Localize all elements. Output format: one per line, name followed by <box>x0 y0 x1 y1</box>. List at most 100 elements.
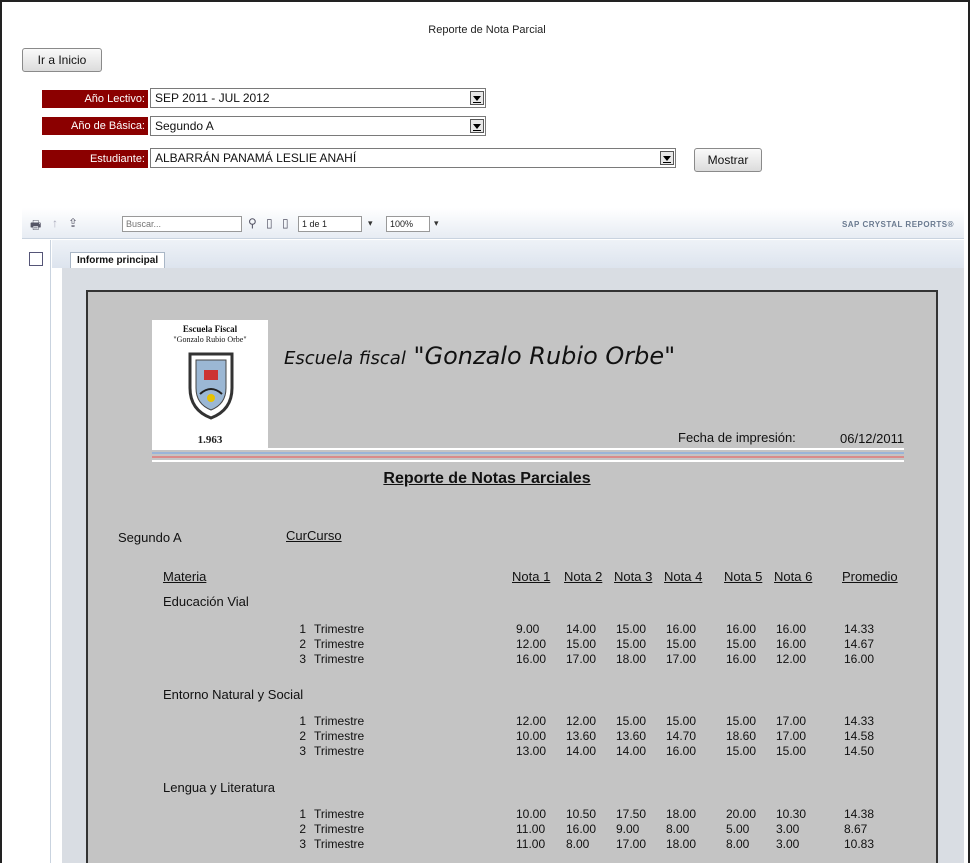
school-prefix: Escuela fiscal <box>284 348 406 369</box>
cell-n6: 3.00 <box>776 822 800 836</box>
cell-n2: 14.00 <box>566 744 597 758</box>
grade-select-value: Segundo A <box>155 119 214 133</box>
print-icon[interactable]: 🖶 <box>30 216 44 232</box>
col-nota-2: Nota 2 <box>564 569 603 584</box>
zoom-input[interactable]: 100% <box>386 216 430 232</box>
logo-line1: Escuela Fiscal <box>182 324 238 334</box>
cell-n5: 20.00 <box>726 807 757 821</box>
cell-term: Trimestre <box>314 729 365 743</box>
cell-avg: 14.50 <box>844 744 875 758</box>
cell-term: Trimestre <box>314 837 365 851</box>
cell-num: 1 <box>299 807 306 821</box>
grade-select[interactable]: Segundo A <box>150 116 486 136</box>
cell-term: Trimestre <box>314 622 365 636</box>
col-nota-4: Nota 4 <box>664 569 703 584</box>
cell-n1: 12.00 <box>516 714 547 728</box>
header-rule-blue <box>152 452 904 454</box>
student-select-value: ALBARRÁN PANAMÁ LESLIE ANAHÍ <box>155 151 357 165</box>
cell-n4: 16.00 <box>666 744 697 758</box>
cell-n1: 11.00 <box>516 822 546 836</box>
logo-text: Escuela Fiscal "Gonzalo Rubio Orbe" <box>152 324 268 345</box>
cell-term: Trimestre <box>314 652 365 666</box>
cell-num: 1 <box>299 714 306 728</box>
cell-n3: 18.00 <box>616 652 647 666</box>
cell-n1: 11.00 <box>516 837 546 851</box>
cell-n6: 3.00 <box>776 837 800 851</box>
group-tree-icon[interactable] <box>29 252 43 266</box>
cell-num: 1 <box>299 622 306 636</box>
cell-n5: 18.60 <box>726 729 757 743</box>
cell-n5: 15.00 <box>726 744 757 758</box>
cell-n4: 17.00 <box>666 652 697 666</box>
cell-n4: 14.70 <box>666 729 697 743</box>
grade-label: Año de Básica: <box>42 117 148 135</box>
home-button[interactable]: Ir a Inicio <box>22 48 102 72</box>
cell-n2: 15.00 <box>566 637 597 651</box>
school-logo: Escuela Fiscal "Gonzalo Rubio Orbe" 1.96… <box>152 320 268 448</box>
zoom-dropdown-icon[interactable]: ▾ <box>434 218 439 229</box>
cell-term: Trimestre <box>314 714 365 728</box>
cell-n2: 8.00 <box>566 837 590 851</box>
cell-n3: 13.60 <box>616 729 647 743</box>
chevron-down-icon[interactable] <box>470 119 484 133</box>
col-nota-3: Nota 3 <box>614 569 653 584</box>
up-arrow-icon[interactable]: ↑ <box>52 216 66 230</box>
show-button[interactable]: Mostrar <box>694 148 762 172</box>
year-select[interactable]: SEP 2011 - JUL 2012 <box>150 88 486 108</box>
cell-n1: 16.00 <box>516 652 547 666</box>
cell-n3: 15.00 <box>616 622 647 636</box>
cell-n2: 16.00 <box>566 822 597 836</box>
cell-n5: 15.00 <box>726 714 757 728</box>
cell-n4: 15.00 <box>666 714 697 728</box>
tab-strip: Informe principal <box>52 240 964 269</box>
cell-num: 3 <box>299 837 306 851</box>
col-average: Promedio <box>842 569 898 584</box>
binoculars-icon[interactable]: ⚲ <box>248 216 262 230</box>
first-page-icon[interactable]: ▯ <box>266 216 280 230</box>
cell-num: 2 <box>299 637 306 651</box>
cell-term: Trimestre <box>314 637 365 651</box>
cell-n1: 12.00 <box>516 637 547 651</box>
subject-name: Educación Vial <box>163 594 249 609</box>
print-date-value: 06/12/2011 <box>840 431 905 446</box>
cell-num: 3 <box>299 652 306 666</box>
cell-n6: 17.00 <box>776 729 807 743</box>
page-title: Reporte de Nota Parcial <box>428 24 546 36</box>
logo-year: 1.963 <box>197 434 223 446</box>
header-rule-white-2 <box>152 460 904 462</box>
cell-avg: 14.38 <box>844 807 875 821</box>
cell-term: Trimestre <box>314 807 365 821</box>
cell-n4: 18.00 <box>666 837 697 851</box>
student-label: Estudiante: <box>42 150 148 168</box>
cell-num: 3 <box>299 744 306 758</box>
chevron-down-icon[interactable] <box>660 151 674 165</box>
year-select-value: SEP 2011 - JUL 2012 <box>155 91 270 105</box>
page-input[interactable]: 1 de 1 <box>298 216 362 232</box>
prev-page-icon[interactable]: ▯ <box>282 216 296 230</box>
chevron-down-icon[interactable] <box>470 91 484 105</box>
cell-term: Trimestre <box>314 822 365 836</box>
crest-icon <box>188 352 234 420</box>
col-subject: Materia <box>163 569 207 584</box>
col-nota-5: Nota 5 <box>724 569 763 584</box>
cell-n5: 16.00 <box>726 652 757 666</box>
cell-n4: 15.00 <box>666 637 697 651</box>
cell-n4: 16.00 <box>666 622 697 636</box>
school-name: Escuela fiscal "Gonzalo Rubio Orbe" <box>284 342 675 370</box>
cell-n1: 9.00 <box>516 622 540 636</box>
col-nota-6: Nota 6 <box>774 569 813 584</box>
search-input[interactable] <box>122 216 242 232</box>
tab-main-report[interactable]: Informe principal <box>70 252 166 269</box>
export-icon[interactable]: ⇪ <box>68 216 82 230</box>
cell-avg: 14.33 <box>844 714 875 728</box>
cell-avg: 14.33 <box>844 622 875 636</box>
student-select[interactable]: ALBARRÁN PANAMÁ LESLIE ANAHÍ <box>150 148 676 168</box>
cell-n6: 16.00 <box>776 622 807 636</box>
page-dropdown-icon[interactable]: ▾ <box>368 218 373 229</box>
cell-n2: 10.50 <box>566 807 597 821</box>
cell-term: Trimestre <box>314 744 365 758</box>
cell-n4: 18.00 <box>666 807 697 821</box>
cell-n2: 17.00 <box>566 652 597 666</box>
cell-num: 2 <box>299 822 306 836</box>
cell-n5: 5.00 <box>726 822 750 836</box>
